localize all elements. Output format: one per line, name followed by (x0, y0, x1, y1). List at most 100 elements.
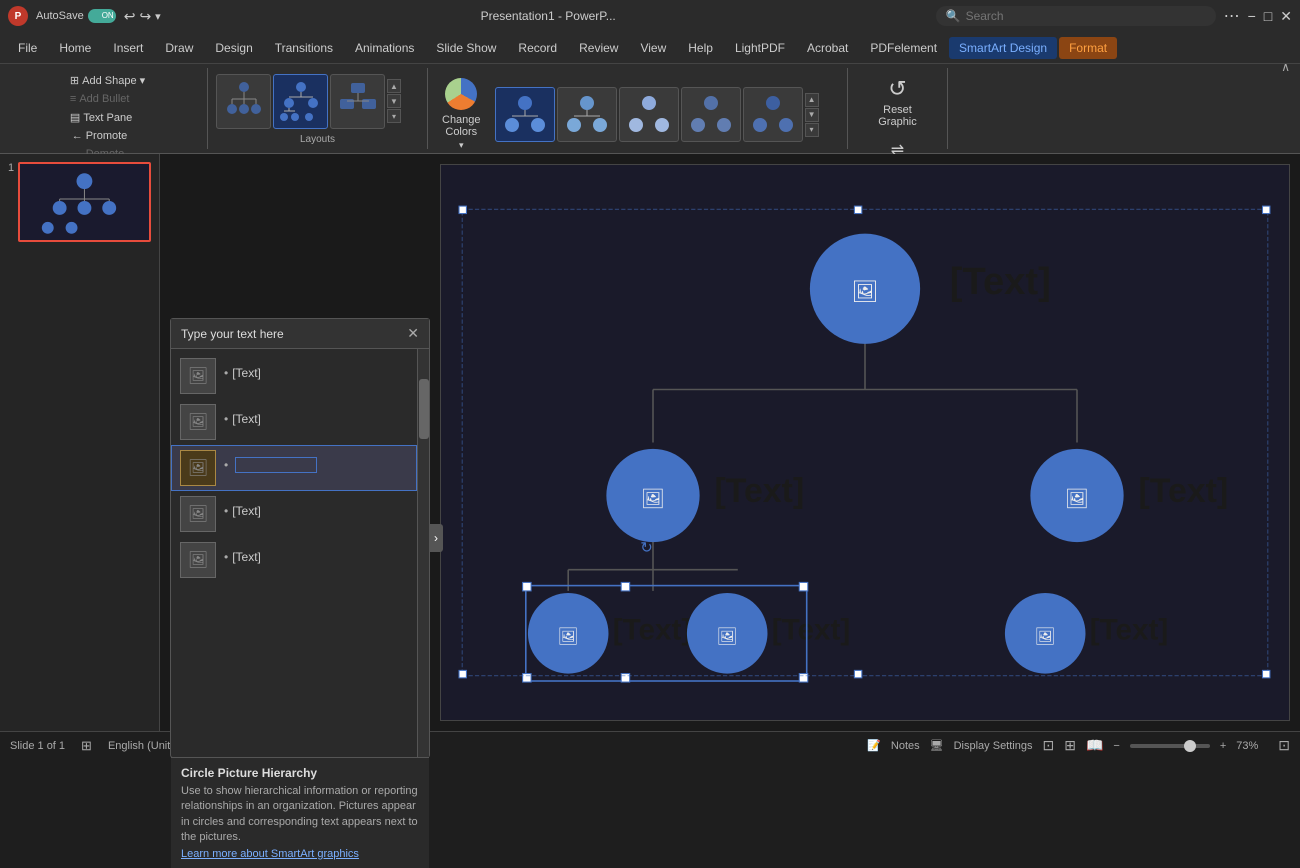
menu-insert[interactable]: Insert (103, 37, 153, 59)
menu-bar: File Home Insert Draw Design Transitions… (0, 32, 1300, 64)
layout-scroll-down[interactable]: ▼ (387, 94, 401, 108)
status-right: 📝 Notes 🖥 Display Settings ⊡ ⊞ 📖 − + 73%… (867, 737, 1290, 754)
menu-review[interactable]: Review (569, 37, 628, 59)
image-icon: 🖼 (188, 366, 208, 386)
zoom-thumb[interactable] (1184, 740, 1196, 752)
style-thumb-3[interactable] (619, 87, 679, 142)
styles-scroll-down[interactable]: ▼ (805, 108, 819, 122)
svg-text:🖼: 🖼 (1034, 627, 1056, 646)
redo-button[interactable]: ↪ (139, 8, 151, 25)
styles-scroll: ▲ ▼ ▾ (805, 93, 819, 137)
item-image-placeholder: 🖼 (180, 358, 216, 394)
autosave-area: AutoSave (36, 9, 116, 23)
promote-button[interactable]: ← Promote (66, 128, 150, 144)
text-pane-info: Circle Picture Hierarchy Use to show hie… (171, 757, 429, 868)
text-pane-close-button[interactable]: ✕ (407, 325, 419, 342)
add-shape-dropdown-icon: ▾ (140, 74, 146, 87)
menu-format[interactable]: Format (1059, 37, 1117, 59)
item-text: •[Text] (224, 358, 261, 380)
menu-acrobat[interactable]: Acrobat (797, 37, 858, 59)
style-thumb-5[interactable] (743, 87, 803, 142)
item-text: •[Text] (224, 404, 261, 426)
menu-draw[interactable]: Draw (155, 37, 203, 59)
svg-text:[Text]: [Text] (714, 472, 804, 510)
customize-button[interactable]: ▾ (155, 10, 161, 23)
slide-canvas[interactable]: 🖼 [Text] 🖼 ↻ [Text] 🖼 [Text] 🖼 (440, 164, 1290, 721)
create-graphic-col1: ⊞ Add Shape ▾ ≡ Add Bullet ▤ Text Pane (64, 72, 151, 126)
layout-thumb-1[interactable] (216, 74, 271, 129)
zoom-level[interactable]: 73% (1236, 740, 1268, 752)
svg-text:[Text]: [Text] (950, 260, 1051, 303)
app-icon: P (8, 6, 28, 26)
text-input[interactable] (236, 458, 316, 472)
layout-scroll-up[interactable]: ▲ (387, 79, 401, 93)
ribbon-expand[interactable]: ∧ (1281, 60, 1290, 74)
menu-help[interactable]: Help (678, 37, 723, 59)
info-link[interactable]: Learn more about SmartArt graphics (181, 848, 359, 860)
add-shape-button[interactable]: ⊞ Add Shape ▾ (64, 72, 151, 89)
zoom-out-button[interactable]: − (1113, 740, 1119, 752)
fit-slide-button[interactable]: ⊡ (1278, 737, 1290, 754)
zoom-slider[interactable] (1130, 744, 1210, 748)
menu-view[interactable]: View (630, 37, 676, 59)
info-title: Circle Picture Hierarchy (181, 766, 419, 780)
search-input[interactable] (966, 9, 1186, 23)
menu-record[interactable]: Record (508, 37, 567, 59)
share-button[interactable]: ⋯ (1224, 6, 1240, 26)
normal-view-icon[interactable]: ⊡ (1042, 737, 1054, 754)
slide-thumbnail[interactable] (18, 162, 151, 242)
add-shape-icon: ⊞ (70, 74, 79, 87)
undo-button[interactable]: ↩ (124, 8, 136, 25)
main-area: 1 Type you (0, 154, 1300, 731)
add-bullet-button[interactable]: ≡ Add Bullet (64, 91, 151, 107)
menu-smartart-design[interactable]: SmartArt Design (949, 37, 1057, 59)
menu-slideshow[interactable]: Slide Show (426, 37, 506, 59)
style-thumb-4[interactable] (681, 87, 741, 142)
slide-sorter-icon[interactable]: ⊞ (1064, 737, 1076, 754)
zoom-in-button[interactable]: + (1220, 740, 1226, 752)
close-button[interactable]: ✕ (1280, 8, 1292, 25)
title-bar: P AutoSave ↩ ↪ ▾ Presentation1 - PowerP.… (0, 0, 1300, 32)
layout-thumb-2[interactable] (273, 74, 328, 129)
notes-button[interactable]: Notes (891, 740, 920, 752)
svg-text:↻: ↻ (640, 541, 652, 557)
display-settings-button[interactable]: Display Settings (954, 740, 1033, 752)
svg-text:🖼: 🖼 (1065, 489, 1089, 510)
add-bullet-icon: ≡ (70, 93, 76, 105)
menu-home[interactable]: Home (49, 37, 101, 59)
styles-scroll-expand[interactable]: ▾ (805, 123, 819, 137)
layout-scroll-expand[interactable]: ▾ (387, 109, 401, 123)
ribbon: ⊞ Add Shape ▾ ≡ Add Bullet ▤ Text Pane ←… (0, 64, 1300, 154)
svg-text:🖼: 🖼 (716, 627, 738, 646)
item-image-placeholder: 🖼 (180, 404, 216, 440)
item-image-placeholder: 🖼 (180, 496, 216, 532)
reset-graphic-button[interactable]: ↺ ResetGraphic (874, 72, 921, 132)
menu-pdfelement[interactable]: PDFelement (860, 37, 947, 59)
text-pane-button[interactable]: ▤ Text Pane (64, 109, 151, 126)
menu-animations[interactable]: Animations (345, 37, 424, 59)
styles-scroll-up[interactable]: ▲ (805, 93, 819, 107)
style-thumb-2[interactable] (557, 87, 617, 142)
menu-file[interactable]: File (8, 37, 47, 59)
list-item: 🖼 •[Text] (171, 353, 417, 399)
style-thumb-1[interactable] (495, 87, 555, 142)
slide-number: 1 (8, 162, 14, 174)
minimize-button[interactable]: − (1248, 8, 1256, 24)
change-colors-button[interactable]: ChangeColors ▾ (436, 72, 487, 157)
text-pane-body: 🖼 •[Text] 🖼 •[Text] (171, 349, 429, 757)
item-text: •[Text] (224, 496, 261, 518)
change-colors-dropdown: ▾ (459, 140, 464, 151)
text-pane-collapse-arrow[interactable]: › (429, 524, 443, 552)
layout-thumb-3[interactable] (330, 74, 385, 129)
menu-transitions[interactable]: Transitions (265, 37, 343, 59)
layouts-group: ▲ ▼ ▾ Layouts (208, 68, 428, 149)
reading-view-icon[interactable]: 📖 (1086, 737, 1103, 754)
scrollbar-thumb[interactable] (419, 379, 429, 439)
list-item: 🖼 •[Text] (171, 399, 417, 445)
menu-lightpdf[interactable]: LightPDF (725, 37, 795, 59)
menu-design[interactable]: Design (205, 37, 262, 59)
text-pane-scrollbar[interactable] (417, 349, 429, 757)
autosave-toggle[interactable] (88, 9, 116, 23)
item-image-placeholder: 🖼 (180, 542, 216, 578)
maximize-button[interactable]: □ (1264, 8, 1272, 24)
